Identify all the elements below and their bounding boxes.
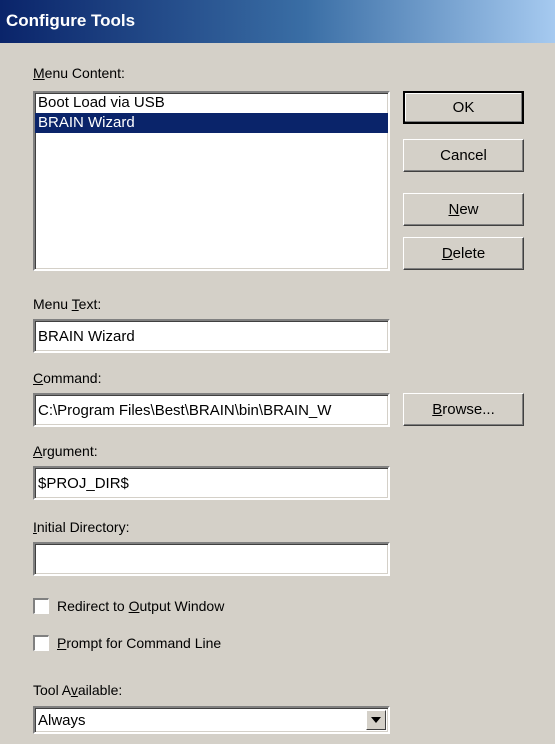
initial-directory-input[interactable] (35, 544, 388, 574)
ok-button[interactable]: OK (403, 91, 524, 124)
menu-text-field[interactable] (33, 319, 390, 353)
prompt-command-line-checkbox[interactable]: Prompt for Command Line (33, 635, 221, 651)
cancel-button[interactable]: Cancel (403, 139, 524, 172)
tool-available-label: Tool Available: (33, 682, 123, 698)
command-label: Command: (33, 370, 102, 386)
command-input[interactable] (35, 395, 388, 425)
prompt-command-line-label: Prompt for Command Line (57, 635, 222, 651)
argument-input[interactable] (35, 468, 388, 498)
menu-content-label: Menu Content: (33, 65, 125, 81)
delete-button[interactable]: Delete (403, 237, 524, 270)
list-item[interactable]: BRAIN Wizard (35, 113, 388, 133)
menu-content-listbox[interactable]: Boot Load via USB BRAIN Wizard (33, 91, 390, 271)
argument-label: Argument: (33, 443, 98, 459)
argument-field[interactable] (33, 466, 390, 500)
window-title: Configure Tools (6, 11, 136, 30)
initial-directory-label: Initial Directory: (33, 519, 130, 535)
checkbox-box[interactable] (33, 635, 49, 651)
dropdown-arrow-button[interactable] (366, 710, 386, 730)
menu-text-input[interactable] (35, 321, 388, 351)
tool-available-value: Always (38, 712, 86, 729)
redirect-output-label: Redirect to Output Window (57, 598, 225, 614)
tool-available-dropdown[interactable]: Always (33, 706, 390, 734)
new-button[interactable]: New (403, 193, 524, 226)
checkbox-box[interactable] (33, 598, 49, 614)
chevron-down-icon (371, 717, 381, 723)
menu-text-label: Menu Text: (33, 296, 102, 312)
initial-directory-field[interactable] (33, 542, 390, 576)
command-field[interactable] (33, 393, 390, 427)
redirect-output-checkbox[interactable]: Redirect to Output Window (33, 598, 224, 614)
title-bar: Configure Tools (0, 0, 555, 43)
browse-button[interactable]: Browse... (403, 393, 524, 426)
list-item[interactable]: Boot Load via USB (35, 93, 388, 113)
